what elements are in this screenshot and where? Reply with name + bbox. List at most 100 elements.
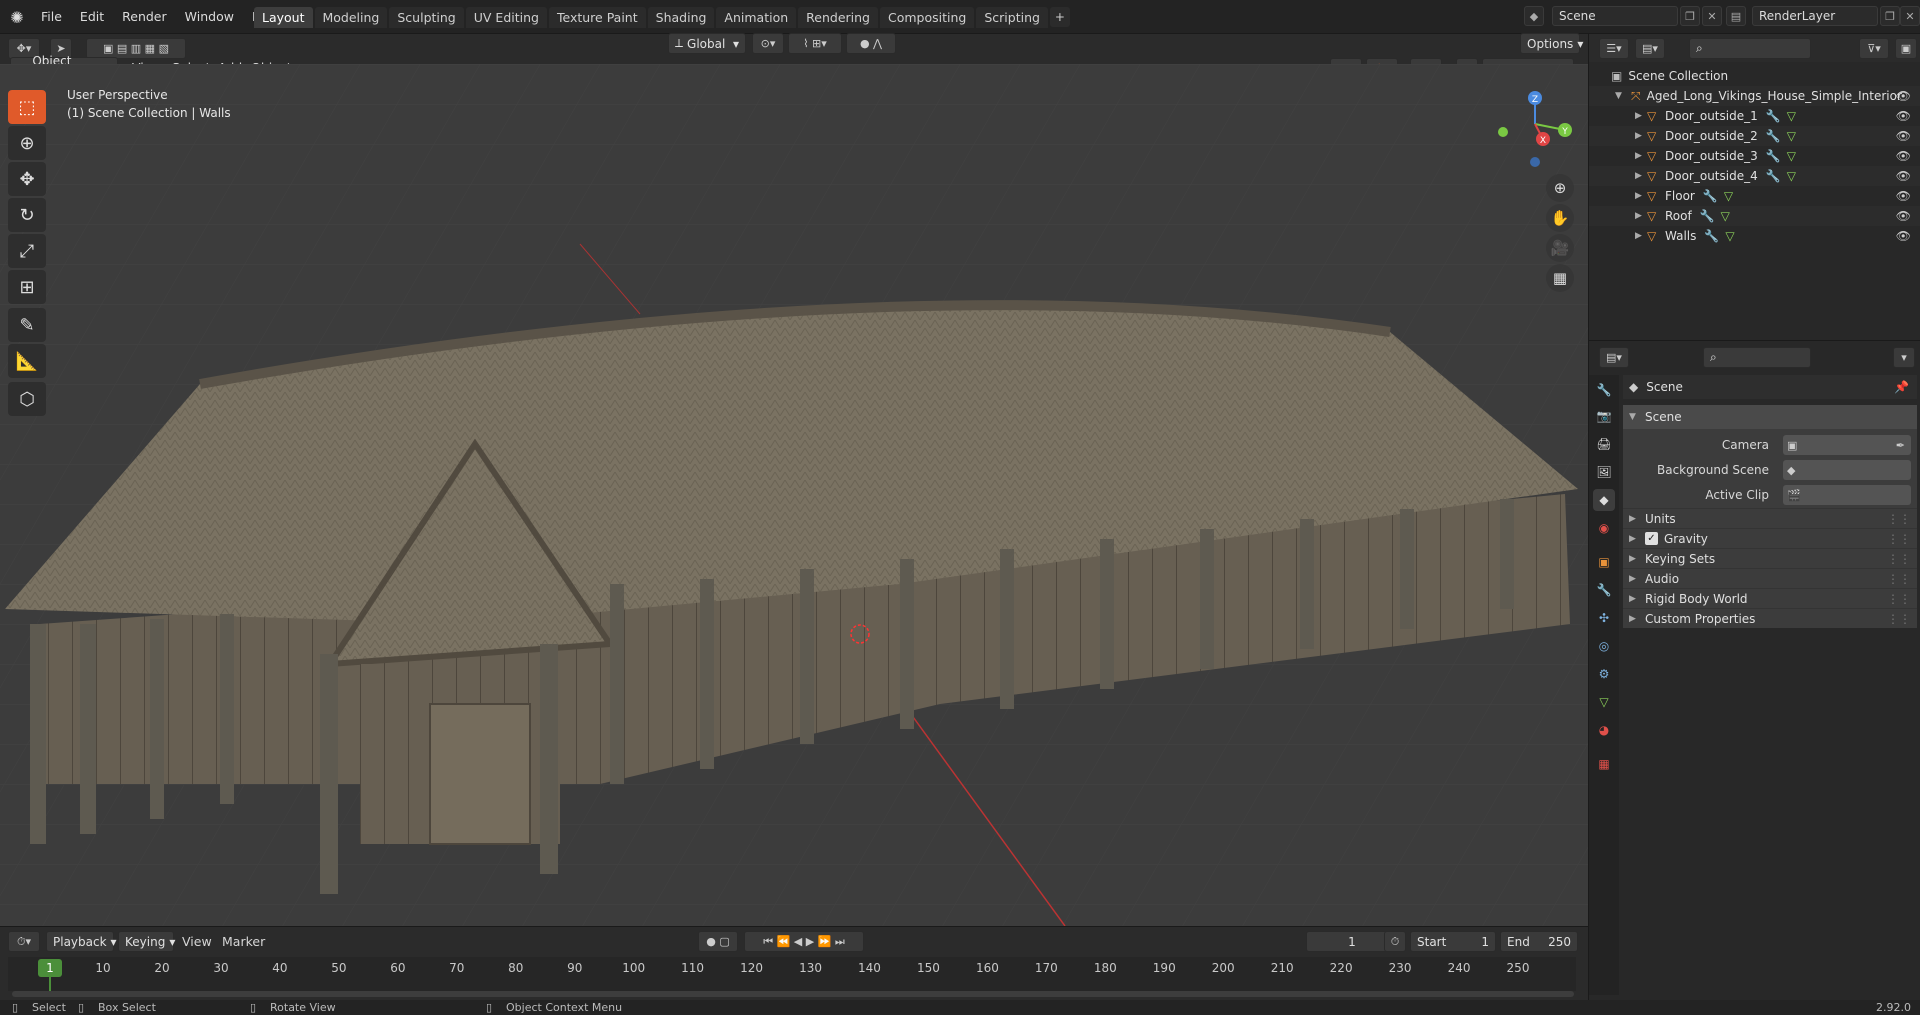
tab-compositing[interactable]: Compositing — [880, 7, 975, 28]
tab-modeling[interactable]: Modeling — [314, 7, 388, 28]
subpanel-header[interactable]: ▶ Units ⋮⋮ — [1623, 508, 1917, 528]
eye-icon[interactable]: 👁 — [1896, 89, 1911, 103]
eye-icon[interactable]: 👁 — [1896, 129, 1911, 143]
drag-handle-icon[interactable]: ⋮⋮ — [1887, 532, 1911, 546]
eye-icon[interactable]: 👁 — [1896, 149, 1911, 163]
object-tab-icon[interactable]: ▣ — [1593, 551, 1615, 573]
outliner-row-object[interactable]: ▶ ▽ Door_outside_1 🔧 ▽ 👁 — [1589, 106, 1920, 126]
view-layer-tab-icon[interactable]: 🖼 — [1593, 461, 1615, 483]
texture-tab-icon[interactable]: ▦ — [1593, 753, 1615, 775]
expand-closed-icon[interactable]: ▶ — [1635, 171, 1647, 181]
zoom-icon[interactable]: ⊕ — [1546, 174, 1574, 202]
eyedropper-icon[interactable]: ✒ — [1896, 439, 1905, 452]
eye-icon[interactable]: 👁 — [1896, 169, 1911, 183]
modifier-tab-icon[interactable]: 🔧 — [1593, 579, 1615, 601]
expand-closed-icon[interactable]: ▶ — [1635, 151, 1647, 161]
measure-tool-icon[interactable]: 📐 — [8, 344, 46, 378]
3d-viewport[interactable]: Z Y X User Perspective (1) Scene Collect… — [0, 64, 1588, 926]
active-clip-field[interactable]: 🎬 — [1783, 485, 1911, 505]
options-dropdown[interactable]: Options ▾ — [1520, 33, 1583, 54]
outliner-row-object[interactable]: ▶ ▽ Roof 🔧 ▽ 👁 — [1589, 206, 1920, 226]
drag-handle-icon[interactable]: ⋮⋮ — [1887, 552, 1911, 566]
use-preview-range-icon[interactable]: ⏱ — [1384, 931, 1406, 952]
background-scene-field[interactable]: ◆ — [1783, 460, 1911, 480]
select-box-tool-icon[interactable]: ⬚ — [8, 90, 46, 124]
playback-controls-icons[interactable]: ⏮ ⏪ ◀ ▶ ⏩ ⏭ — [744, 931, 864, 952]
world-tab-icon[interactable]: ◉ — [1593, 517, 1615, 539]
tab-layout[interactable]: Layout — [254, 7, 313, 28]
expand-closed-icon[interactable]: ▶ — [1635, 211, 1647, 221]
output-tab-icon[interactable]: 🖨 — [1593, 433, 1615, 455]
frame-ruler[interactable]: 1 10 20 30 40 50 60 70 80 90 100 110 120 130 140 150 160… — [8, 957, 1576, 991]
gravity-checkbox[interactable]: ✓ — [1645, 532, 1658, 545]
cursor-tool-icon[interactable]: ⊕ — [8, 126, 46, 160]
menu-edit[interactable]: Edit — [71, 7, 113, 26]
outliner-row-object[interactable]: ▶ ▽ Door_outside_4 🔧 ▽ 👁 — [1589, 166, 1920, 186]
gizmo-neg-z-ball[interactable] — [1530, 157, 1540, 167]
modifier-wrench-icon[interactable]: 🔧 — [1700, 209, 1715, 223]
menu-window[interactable]: Window — [176, 7, 243, 26]
view-layer-selector-icon[interactable]: ▤ — [1726, 6, 1746, 26]
view-layer-field[interactable]: RenderLayer — [1752, 6, 1878, 26]
mesh-data-icon[interactable]: ▽ — [1787, 129, 1796, 143]
outliner-row-object[interactable]: ▶ ▽ Door_outside_2 🔧 ▽ 👁 — [1589, 126, 1920, 146]
subpanel-header[interactable]: ▶ Rigid Body World ⋮⋮ — [1623, 588, 1917, 608]
outliner-row-object[interactable]: ▶ ▽ Walls 🔧 ▽ 👁 — [1589, 226, 1920, 246]
timeline-menu-view[interactable]: View — [182, 934, 212, 949]
timeline-editor-type-icon[interactable]: ⏱▾ — [8, 931, 40, 952]
drag-handle-icon[interactable]: ⋮⋮ — [1887, 592, 1911, 606]
add-cube-tool-icon[interactable]: ⬡ — [8, 382, 46, 416]
mesh-data-icon[interactable]: ▽ — [1721, 209, 1730, 223]
subpanel-header[interactable]: ▶ Keying Sets ⋮⋮ — [1623, 548, 1917, 568]
outliner-search-input[interactable]: ⌕ — [1689, 38, 1811, 59]
tab-shading[interactable]: Shading — [647, 7, 715, 28]
rotate-tool-icon[interactable]: ↻ — [8, 198, 46, 232]
mesh-data-icon[interactable]: ▽ — [1787, 109, 1796, 123]
record-icon[interactable]: ● ▢ — [698, 931, 738, 952]
expand-open-icon[interactable]: ▼ — [1615, 91, 1627, 101]
end-frame-field[interactable]: End 250 — [1500, 931, 1578, 952]
blender-logo-icon[interactable]: ✺ — [6, 6, 28, 28]
start-frame-field[interactable]: Start 1 — [1410, 931, 1496, 952]
camera-view-icon[interactable]: 🎥 — [1546, 234, 1574, 262]
render-tab-icon[interactable]: 📷 — [1593, 405, 1615, 427]
outliner-editor-type-icon[interactable]: ☰▾ — [1599, 38, 1629, 59]
pivot-point-icon[interactable]: ⊙▾ — [752, 33, 784, 54]
tool-tab-icon[interactable]: 🔧 — [1593, 379, 1615, 401]
subpanel-header[interactable]: ▶ Audio ⋮⋮ — [1623, 568, 1917, 588]
tab-uv-editing[interactable]: UV Editing — [465, 7, 547, 28]
outliner-row-scene-collection[interactable]: ▣ Scene Collection — [1589, 66, 1920, 86]
outliner-row-collection[interactable]: ▼ ⤧ Aged_Long_Vikings_House_Simple_Inter… — [1589, 86, 1920, 106]
snap-icon[interactable]: ⌇ ⊞▾ — [788, 33, 842, 54]
new-collection-icon[interactable]: ▣ — [1895, 38, 1917, 59]
pin-icon[interactable]: 📌 — [1894, 380, 1909, 394]
keying-dropdown[interactable]: Keying ▾ — [118, 931, 175, 952]
new-scene-icon[interactable]: ❐ — [1680, 6, 1700, 26]
tab-sculpting[interactable]: Sculpting — [389, 7, 464, 28]
properties-editor-type-icon[interactable]: ▤▾ — [1599, 347, 1629, 368]
mesh-data-icon[interactable]: ▽ — [1787, 169, 1796, 183]
expand-closed-icon[interactable]: ▶ — [1635, 131, 1647, 141]
modifier-wrench-icon[interactable]: 🔧 — [1766, 109, 1781, 123]
current-frame-marker[interactable]: 1 — [38, 959, 62, 977]
scene-tab-icon[interactable]: ◆ — [1593, 489, 1615, 511]
material-tab-icon[interactable]: ◕ — [1593, 719, 1615, 741]
eye-icon[interactable]: 👁 — [1896, 229, 1911, 243]
filter-icon[interactable]: ⊽▾ — [1859, 38, 1889, 59]
tab-animation[interactable]: Animation — [716, 7, 797, 28]
display-mode-icon[interactable]: ▤▾ — [1635, 38, 1665, 59]
mesh-data-icon[interactable]: ▽ — [1724, 189, 1733, 203]
subpanel-header[interactable]: ▶ Custom Properties ⋮⋮ — [1623, 608, 1917, 628]
playback-dropdown[interactable]: Playback ▾ — [46, 931, 117, 952]
modifier-wrench-icon[interactable]: 🔧 — [1703, 189, 1718, 203]
add-workspace-icon[interactable]: + — [1049, 7, 1070, 27]
menu-render[interactable]: Render — [113, 7, 176, 26]
drag-handle-icon[interactable]: ⋮⋮ — [1887, 612, 1911, 626]
gizmo-neg-y-ball[interactable] — [1498, 127, 1508, 137]
expand-closed-icon[interactable]: ▶ — [1635, 191, 1647, 201]
eye-icon[interactable]: 👁 — [1896, 189, 1911, 203]
drag-handle-icon[interactable]: ⋮⋮ — [1887, 512, 1911, 526]
tab-rendering[interactable]: Rendering — [798, 7, 878, 28]
scale-tool-icon[interactable]: ⤢ — [8, 234, 46, 268]
delete-scene-icon[interactable]: ✕ — [1702, 6, 1722, 26]
